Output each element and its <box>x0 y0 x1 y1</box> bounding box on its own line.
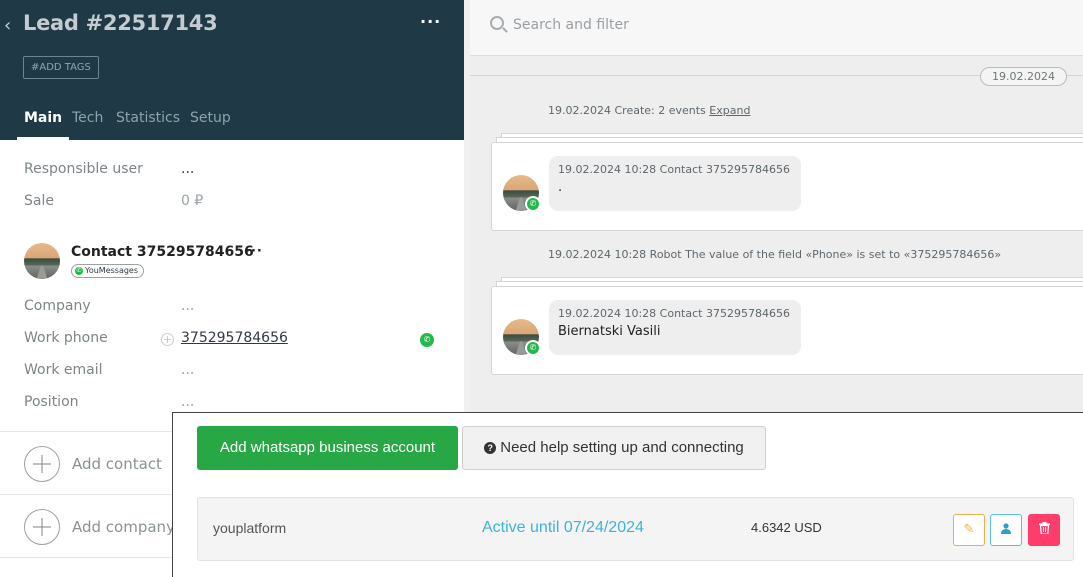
help-button-label: Need help setting up and connecting <box>500 439 744 456</box>
message-text: Biernatski Vasili <box>558 324 661 339</box>
message-text: . <box>558 180 563 195</box>
message-card[interactable]: ✆ 19.02.2024 10:28 Contact 375295784656 … <box>491 286 1083 375</box>
tab-tech[interactable]: Tech <box>72 110 103 140</box>
tab-main[interactable]: Main <box>16 110 70 140</box>
trash-icon[interactable] <box>1028 514 1060 546</box>
lead-tabs: Main Tech Statistics Setup <box>0 110 464 140</box>
whatsapp-icon: ✆ <box>525 196 541 212</box>
message-meta: 19.02.2024 10:28 Contact 375295784656 <box>558 163 790 176</box>
search-bar[interactable]: Search and filter <box>470 0 1083 56</box>
sale-value[interactable]: 0 ₽ <box>181 193 203 209</box>
work-email-value[interactable]: ... <box>181 362 194 378</box>
account-name: youplatform <box>213 520 287 536</box>
expand-link[interactable]: Expand <box>709 104 750 117</box>
search-icon <box>490 16 504 30</box>
company-label: Company <box>24 298 91 314</box>
message-bubble: 19.02.2024 10:28 Contact 375295784656 . <box>549 156 801 211</box>
message-card-stack: ✆ 19.02.2024 10:28 Contact 375295784656 … <box>491 133 1083 231</box>
date-badge: 19.02.2024 <box>980 67 1067 86</box>
position-label: Position <box>24 394 79 410</box>
user-icon[interactable] <box>990 514 1022 546</box>
sale-label: Sale <box>24 193 54 209</box>
pencil-icon[interactable]: ✎ <box>953 514 985 546</box>
contact-name[interactable]: Contact 375295784656 <box>71 244 254 260</box>
robot-note: 19.02.2024 10:28 Robot The value of the … <box>548 248 1002 261</box>
create-events-note: 19.02.2024 Create: 2 events Expand <box>548 104 750 117</box>
work-phone-link[interactable]: 375295784656 <box>181 330 288 346</box>
add-contact-row[interactable]: Add contact <box>24 446 162 482</box>
position-value[interactable]: ... <box>181 394 194 410</box>
add-contact-label: Add contact <box>72 455 162 473</box>
more-options-button[interactable]: ··· <box>420 12 441 31</box>
channel-tag: ✆ YouMessages <box>71 264 145 278</box>
contact-avatar <box>24 243 60 279</box>
add-company-label: Add company <box>72 518 175 536</box>
back-chevron-icon[interactable]: ‹ <box>4 15 16 37</box>
lead-header: ‹ Lead #22517143 ··· #ADD TAGS Main Tech… <box>0 0 464 140</box>
work-phone-label: Work phone <box>24 330 108 346</box>
add-tags-button[interactable]: #ADD TAGS <box>23 56 99 79</box>
work-email-label: Work email <box>24 362 103 378</box>
whatsapp-accounts-panel: Add whatsapp business account ? Need help… <box>172 412 1083 577</box>
whatsapp-icon: ✆ <box>525 340 541 356</box>
account-balance: 4.6342 USD <box>751 520 822 535</box>
channel-tag-label: YouMessages <box>85 266 139 275</box>
account-status: Active until 07/24/2024 <box>482 519 644 536</box>
whatsapp-icon[interactable]: ✆ <box>420 333 434 347</box>
responsible-user-value[interactable]: ... <box>181 161 194 177</box>
create-events-text: 19.02.2024 Create: 2 events <box>548 104 706 117</box>
lead-title: Lead #22517143 <box>23 11 218 35</box>
plus-icon <box>24 446 60 482</box>
responsible-user-label: Responsible user <box>24 161 143 177</box>
contact-more-button[interactable]: ··· <box>245 244 263 259</box>
help-button[interactable]: ? Need help setting up and connecting <box>462 426 766 470</box>
message-card[interactable]: ✆ 19.02.2024 10:28 Contact 375295784656 … <box>491 142 1083 231</box>
whatsapp-icon: ✆ <box>75 267 83 275</box>
message-bubble: 19.02.2024 10:28 Contact 375295784656 Bi… <box>549 300 801 355</box>
tab-setup[interactable]: Setup <box>190 110 231 140</box>
tab-statistics[interactable]: Statistics <box>116 110 180 140</box>
message-meta: 19.02.2024 10:28 Contact 375295784656 <box>558 307 790 320</box>
add-company-row[interactable]: Add company <box>24 509 175 545</box>
add-phone-plus-icon[interactable]: + <box>161 333 174 346</box>
plus-icon <box>24 509 60 545</box>
account-row: youplatform Active until 07/24/2024 4.63… <box>197 497 1074 561</box>
search-input[interactable]: Search and filter <box>513 17 629 33</box>
question-icon: ? <box>484 442 497 454</box>
message-card-stack: ✆ 19.02.2024 10:28 Contact 375295784656 … <box>491 277 1083 375</box>
add-whatsapp-account-button[interactable]: Add whatsapp business account <box>197 426 458 470</box>
company-value[interactable]: ... <box>181 298 194 314</box>
